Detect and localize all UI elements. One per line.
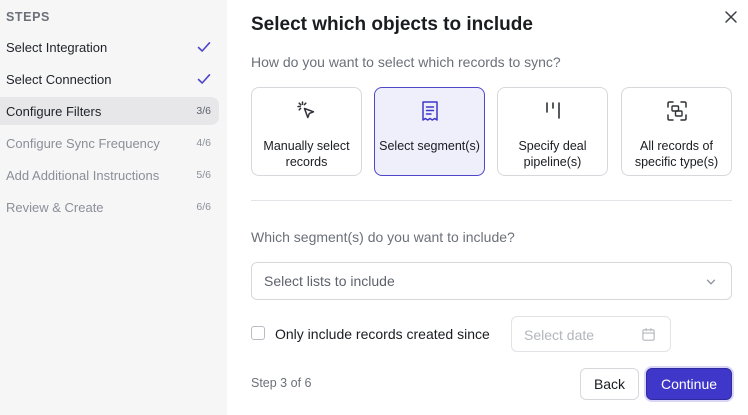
calendar-icon (642, 328, 655, 341)
step-label: Add Additional Instructions (6, 167, 160, 183)
step-count: 4/6 (196, 137, 211, 149)
option-label: All records of specific type(s) (634, 139, 719, 169)
step-indicator: Step 3 of 6 (251, 376, 312, 390)
step-select-connection[interactable]: Select Connection (0, 65, 219, 93)
date-picker[interactable]: Select date (511, 316, 671, 352)
check-icon (197, 42, 211, 52)
steps-heading: STEPS (6, 10, 50, 24)
lists-select-placeholder: Select lists to include (264, 273, 395, 289)
step-label: Select Connection (6, 71, 112, 87)
step-select-integration[interactable]: Select Integration (0, 33, 219, 61)
section-divider (251, 200, 732, 201)
option-label: Manually select records (263, 139, 350, 169)
step-add-additional-instructions[interactable]: Add Additional Instructions 5/6 (0, 161, 219, 189)
step-label: Configure Sync Frequency (6, 135, 160, 151)
cursor-click-icon (296, 101, 314, 119)
segments-question: Which segment(s) do you want to include? (251, 229, 515, 245)
selection-method-question: How do you want to select which records … (251, 54, 561, 70)
option-select-segments[interactable]: Select segment(s) (374, 87, 485, 176)
option-label: Select segment(s) (379, 139, 480, 153)
step-count: 6/6 (196, 201, 211, 213)
back-button[interactable]: Back (580, 368, 639, 400)
pipeline-icon (545, 102, 560, 119)
step-count: 5/6 (196, 169, 211, 181)
option-label: Specify deal pipeline(s) (518, 139, 587, 169)
step-configure-sync-frequency[interactable]: Configure Sync Frequency 4/6 (0, 129, 219, 157)
step-label: Review & Create (6, 199, 104, 215)
step-count: 3/6 (196, 105, 211, 117)
created-since-label: Only include records created since (275, 326, 490, 342)
chevron-down-icon (706, 279, 716, 285)
check-icon (197, 74, 211, 84)
step-review-create[interactable]: Review & Create 6/6 (0, 193, 219, 221)
step-configure-filters[interactable]: Configure Filters 3/6 (0, 97, 219, 125)
scan-objects-icon (666, 101, 687, 121)
steps-sidebar: STEPS Select Integration Select Connecti… (0, 0, 227, 415)
page-title: Select which objects to include (251, 14, 533, 35)
lists-select[interactable]: Select lists to include (251, 262, 732, 300)
option-specify-pipeline[interactable]: Specify deal pipeline(s) (497, 87, 608, 176)
receipt-icon (421, 101, 438, 121)
filters-panel: Select which objects to include How do y… (227, 0, 748, 415)
option-all-records-type[interactable]: All records of specific type(s) (621, 87, 732, 176)
close-icon[interactable] (724, 10, 738, 24)
continue-button[interactable]: Continue (646, 368, 732, 400)
option-manually-select[interactable]: Manually select records (251, 87, 362, 176)
created-since-checkbox[interactable] (251, 326, 265, 340)
step-label: Configure Filters (6, 103, 102, 119)
date-placeholder: Select date (524, 327, 595, 343)
step-label: Select Integration (6, 39, 108, 55)
